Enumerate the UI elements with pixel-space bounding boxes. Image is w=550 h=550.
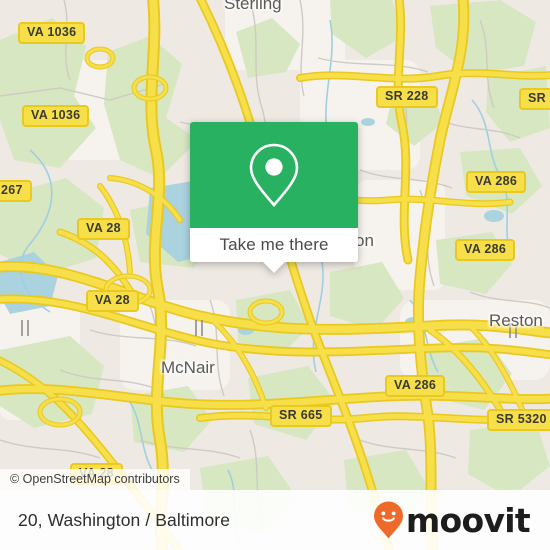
road-shield: 267 <box>0 180 32 202</box>
road-shield: VA 1036 <box>18 22 86 44</box>
map-pin-icon <box>249 143 299 207</box>
road-shield: VA 286 <box>466 171 527 193</box>
road-shield: SR 5320 <box>487 409 550 431</box>
callout-body: Take me there <box>190 122 358 262</box>
moovit-brand[interactable]: moovit <box>372 500 531 540</box>
road-shield: SR 8 <box>519 88 550 110</box>
callout-footer[interactable]: Take me there <box>190 228 358 262</box>
road-shield: VA 28 <box>77 218 130 240</box>
road-shield: VA 286 <box>385 375 446 397</box>
bottom-bar: 20, Washington / Baltimore moovit <box>0 490 550 550</box>
place-label: McNair <box>161 358 215 377</box>
road-shield: SR 665 <box>270 405 332 427</box>
callout-header <box>190 122 358 228</box>
moovit-smiley-pin-icon <box>373 501 403 539</box>
map-screen: VA 1036 VA 1036 267 VA 28 VA 28 SR 228 SR 8 VA … <box>0 0 550 550</box>
road-shield: VA 1036 <box>22 105 90 127</box>
stop-title: 20, Washington / Baltimore <box>18 509 231 530</box>
take-me-there-label: Take me there <box>219 235 329 254</box>
moovit-wordmark: moovit <box>405 500 531 540</box>
place-label: Reston <box>489 311 543 330</box>
road-shield: SR 228 <box>376 86 438 108</box>
callout-tail <box>263 262 285 273</box>
road-shield: VA 286 <box>455 239 516 261</box>
destination-callout[interactable]: Take me there <box>190 122 358 273</box>
place-label: Sterling <box>224 0 282 13</box>
osm-attribution[interactable]: © OpenStreetMap contributors <box>0 469 190 490</box>
road-shield: VA 28 <box>86 290 139 312</box>
